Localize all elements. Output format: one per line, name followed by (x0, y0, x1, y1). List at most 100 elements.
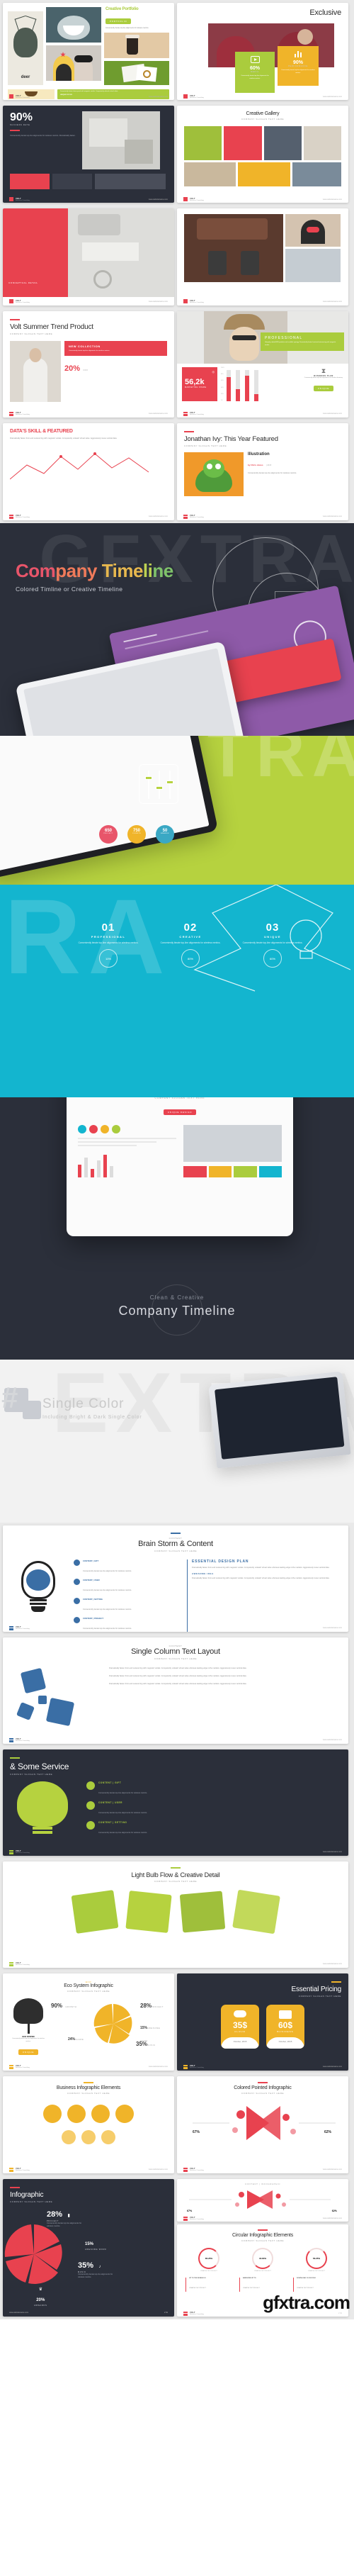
eco-cta[interactable]: UNIQUE (18, 2049, 39, 2055)
slide-footer: VOLT Business Consulting www.websitename.… (177, 93, 348, 100)
exclusive-slide[interactable]: Exclusive 60% MEDIA Conveniently iterate… (177, 3, 348, 100)
business-infographic-elements-slide[interactable]: Business Infographic Elements COMPANY SL… (3, 2076, 174, 2173)
business-plan-cta[interactable]: UNIQUE (313, 385, 334, 391)
volt-logo-icon (183, 2311, 188, 2316)
slide-footer: VOLT Business Consulting www.websitename.… (177, 410, 348, 418)
volt-logo-icon (9, 2064, 13, 2069)
ring-item: 40.84% CREATIVE TEXT PROJECT (252, 2247, 273, 2272)
brain-item: CONTENT | USER Conveniently iterate top-… (74, 1578, 180, 1594)
stat-item: 650 PROJECT (99, 825, 118, 844)
pie-pct-28: 28% (47, 2210, 63, 2219)
brand-url: www.websitename.com (322, 1851, 342, 1853)
light-bulb-creative-slide[interactable]: Light Bulb Flow & Creative Detail COMPAN… (3, 1861, 348, 1968)
marketing-share-label: MARKETING SHARE (185, 386, 207, 388)
shark-illustration-thumb (46, 7, 101, 43)
colored-sub: COMPANY SLOGAN TEXT HERE (241, 2091, 285, 2095)
brand-logo: VOLT Business Consulting (9, 299, 30, 303)
brand-tagline: Business Consulting (16, 1628, 30, 1630)
essential-sub: AWESOME IDEA (192, 1572, 214, 1576)
business-title: Business Infographic Elements (56, 2085, 121, 2090)
brand-logo: VOLT Business Consulting (9, 411, 30, 416)
dark-pie-infographic-slide[interactable]: Infographic COMPANY SLOGAN TEXT HERE 28%… (3, 2179, 174, 2317)
photo-grid-slide[interactable]: VOLT Business Consulting www.websitename.… (177, 208, 348, 306)
colored-right-pct: 62% (324, 2129, 331, 2134)
circular-sub: COMPANY SLOGAN TEXT HERE (241, 2239, 285, 2242)
brain-storm-slide[interactable]: CONTENT Brain Storm & Content COMPANY SL… (3, 1525, 348, 1632)
slide-footer: VOLT Business Consulting www.websitename.… (3, 513, 174, 520)
page-number: // 01 (164, 2312, 168, 2314)
step-text: Conveniently iterate top-line alignments… (160, 941, 221, 944)
badge-performance-pct: 90% (292, 60, 303, 65)
preview-cta[interactable]: UNIQUE DESIGN (163, 1109, 197, 1115)
brand-logo: VOLT Business Consulting (9, 94, 30, 99)
price-card-cloud[interactable]: 35$ CLOUD October, 2015 (221, 2004, 259, 2049)
gallery-tile (292, 162, 342, 186)
brand-url: www.websitename.com (322, 198, 342, 201)
service-item-text: Conveniently iterate top-line alignments… (98, 1831, 148, 1834)
colored-pointed-infographic-slide-2[interactable]: CONTENT | INFOGRAPHIC 67% 62% VOLT Busin… (177, 2179, 348, 2222)
single-column-text-layout-slide[interactable]: CONTENT Single Column Text Layout COMPAN… (3, 1637, 348, 1744)
eco-system-infographic-slide[interactable]: ECO Eco System Infographic COMPANY SLOGA… (3, 1973, 174, 2071)
gallery-slide[interactable]: Creative Gallery COMPANY SLOGAN TEXT HER… (177, 106, 348, 203)
creative-portfolio-slide[interactable]: deer Creative Portfolio PORTFOLIO Conven… (3, 3, 174, 100)
ring-pct: 85.25% (205, 2256, 213, 2260)
step-number: 02 (183, 922, 198, 934)
volt-logo-icon (9, 1625, 13, 1630)
price-amount: 60$ (278, 2020, 293, 2030)
cloud-icon (234, 2010, 246, 2017)
brand-logo: VOLT Business Consulting (9, 2064, 30, 2069)
step-number: 03 (266, 922, 280, 934)
lightbulb-title: Light Bulb Flow & Creative Detail (131, 1871, 220, 1878)
tree-icon: ECO SYSTEM Conveniently iterate top-line… (10, 1998, 47, 2056)
skill-featured-slide[interactable]: DATA'S SKILL & FEATURED Dramatically fas… (3, 423, 174, 520)
brand-tagline: Business Consulting (190, 414, 204, 415)
ring-text: CREATIVE TEXT PROJECT (243, 2287, 260, 2289)
price-card-business[interactable]: 60$ BUSINESS October, 2015 (266, 2004, 304, 2049)
slide-footer: VOLT Business Consulting www.websitename.… (3, 1960, 348, 1968)
badge-media-pct: 60% (249, 66, 260, 71)
jonathan-sub: COMPANY SLOGAN TEXT HERE (184, 444, 227, 447)
brand-url: www.websitename.com (148, 198, 168, 201)
colored-pointed-infographic-slide[interactable]: Colored Pointed Infographic COMPANY SLOG… (177, 2076, 348, 2173)
brand-url: www.websitename.com (322, 2217, 342, 2219)
professional-label: PROFESSIONAL (265, 336, 303, 340)
gallery-tile (303, 126, 341, 160)
brand-tagline: Business Consulting (190, 301, 204, 303)
product-slide[interactable]: CONCEPTUAL DETAIL VOLT Business Consultin… (3, 208, 174, 306)
eco-label-35: MUSIC (147, 2044, 156, 2046)
timeline-heading: Company Timeline Colored Timline or Crea… (16, 560, 173, 593)
infographic-title: Infographic (10, 2190, 44, 2199)
tablet-slider-banner: EXTRA 650 PROJECT 750 CLIENTS 50 AWARDS (0, 736, 354, 885)
eco-pie-chart (93, 2004, 132, 2044)
slide-footer: VOLT Business Consulting www.websitename.… (3, 1848, 348, 1856)
coffee-cup-mockup-thumb (104, 33, 169, 59)
column-para: Dramatically fasten front-end outsourcin… (109, 1667, 247, 1669)
eco-title: Eco System Infographic (64, 1983, 113, 1988)
turtle-illustration (184, 452, 244, 496)
hex-node (67, 2104, 86, 2123)
chart-icon (281, 50, 315, 57)
essential-pricing-slide[interactable]: Essential Pricing COMPANY SLOGAN TEXT HE… (177, 1973, 348, 2071)
step-badge: 60% (263, 949, 282, 968)
single-color-banner: EXTRA Single Color Including Bright & Da… (0, 1360, 354, 1523)
some-service-slide[interactable]: & Some Service COMPANY SLOGAN TEXT HERE … (3, 1749, 348, 1856)
business-plan-block: ⧗ BUSINESS PLAN Conveniently iterate top… (304, 367, 343, 401)
volt-logo-icon (9, 1737, 13, 1742)
pie-pct-15: 15% (85, 2241, 94, 2246)
green-bulb-icon (10, 1781, 78, 1839)
price-date: October, 2015 (266, 2037, 304, 2049)
portfolio-title: Creative Portfolio (105, 7, 139, 11)
professional-slide[interactable]: PROFESSIONAL Uniquely embed B2B products… (177, 311, 348, 418)
slide-footer: VOLT Business Consulting www.websitename.… (177, 2063, 348, 2071)
jonathan-ivy-slide[interactable]: Jonathan Ivy: This Year Featured COMPANY… (177, 423, 348, 520)
volt-summer-slide[interactable]: Volt Summer Trend Product COMPANY SLOGAN… (3, 311, 174, 418)
stat-slide[interactable]: 90% SUCCESS RATE Conveniently iterate to… (3, 106, 174, 203)
ring-pct: 56.25% (312, 2256, 321, 2260)
slide-footer: VOLT Business Consulting www.websitename.… (3, 196, 174, 203)
slide-footer: VOLT Business Consulting www.websitename.… (177, 297, 348, 306)
pie-label-15: AWESOME WORK (85, 2248, 107, 2251)
volt-logo-icon (9, 94, 13, 99)
marketing-share-card: ◎ 56,2k MARKETING SHARE (182, 367, 217, 401)
colored-left-pct: 67% (193, 2129, 200, 2134)
card-by: by Chris Jones (248, 463, 263, 466)
